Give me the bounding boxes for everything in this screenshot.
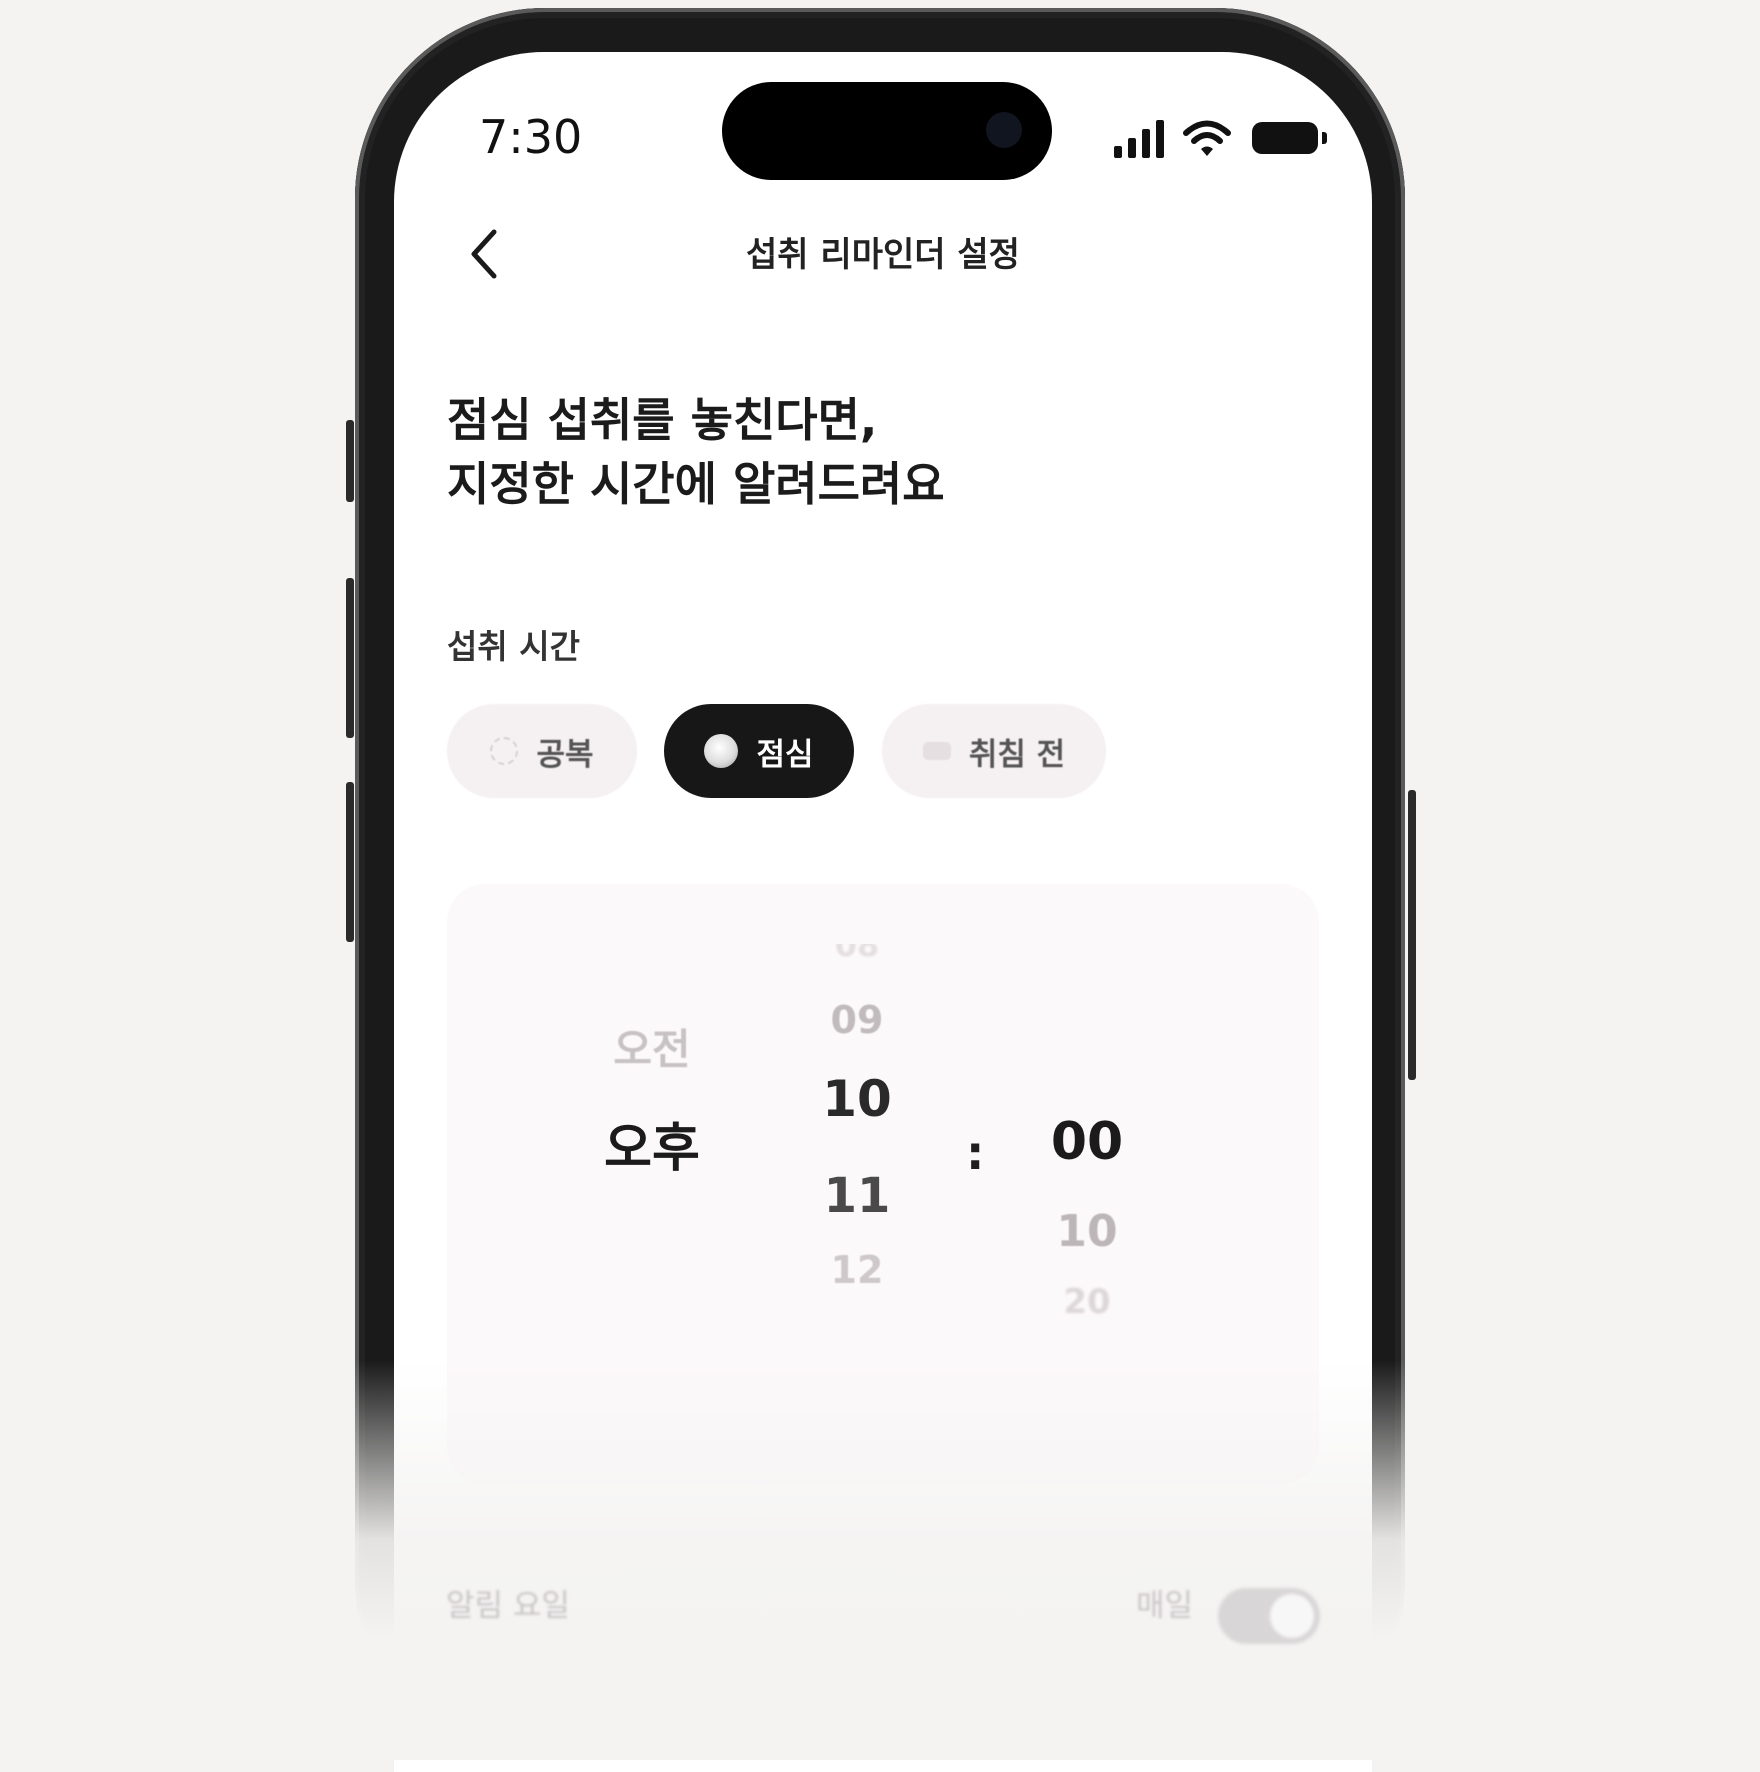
chip-before-bed[interactable]: 취침 전 bbox=[882, 704, 1106, 798]
ampm-selected[interactable]: 오후 bbox=[587, 1106, 717, 1181]
hour-option[interactable]: 12 bbox=[797, 1248, 917, 1292]
hour-option-edge: 08 bbox=[834, 944, 880, 964]
wifi-icon bbox=[1183, 120, 1231, 156]
headline: 점심 섭취를 놓친다면, 지정한 시간에 알려드려요 bbox=[447, 388, 945, 516]
hour-selected[interactable]: 10 bbox=[797, 1070, 917, 1128]
bed-icon bbox=[922, 742, 951, 760]
chip-label: 공복 bbox=[536, 736, 594, 773]
power-button[interactable] bbox=[1408, 790, 1416, 1080]
repeat-days-label: 알림 요일 bbox=[446, 1588, 570, 1624]
repeat-toggle[interactable] bbox=[1218, 1588, 1320, 1644]
time-separator: : bbox=[966, 1126, 985, 1180]
sphere-icon bbox=[704, 734, 739, 768]
status-time: 7:30 bbox=[479, 110, 583, 164]
battery-tip bbox=[1322, 132, 1327, 144]
minute-option[interactable]: 20 bbox=[1027, 1282, 1147, 1322]
minute-option[interactable]: 10 bbox=[1027, 1206, 1147, 1257]
action-button[interactable] bbox=[346, 420, 354, 502]
headline-line-1: 점심 섭취를 놓친다면, bbox=[447, 393, 878, 447]
battery-icon bbox=[1252, 122, 1318, 154]
signal-icon bbox=[1114, 118, 1166, 158]
minute-selected[interactable]: 00 bbox=[1027, 1112, 1147, 1172]
ampm-option[interactable]: 오전 bbox=[587, 1016, 717, 1077]
page-title: 섭취 리마인더 설정 bbox=[746, 235, 1020, 275]
chip-label: 취침 전 bbox=[968, 736, 1066, 773]
dynamic-island bbox=[722, 82, 1052, 180]
headline-line-2: 지정한 시간에 알려드려요 bbox=[447, 457, 945, 511]
chip-lunch[interactable]: 점심 bbox=[664, 704, 854, 798]
section-label-intake-time: 섭취 시간 bbox=[447, 627, 580, 666]
hour-option[interactable]: 09 bbox=[797, 998, 917, 1042]
toggle-knob bbox=[1270, 1594, 1314, 1638]
dashed-circle-icon bbox=[490, 737, 519, 765]
hour-option[interactable]: 11 bbox=[797, 1168, 917, 1224]
status-icons bbox=[1114, 118, 1344, 162]
camera-icon bbox=[986, 112, 1022, 148]
chip-label: 점심 bbox=[756, 736, 814, 773]
volume-down-button[interactable] bbox=[346, 782, 354, 942]
volume-up-button[interactable] bbox=[346, 578, 354, 738]
chip-empty-stomach[interactable]: 공복 bbox=[447, 704, 637, 798]
repeat-days-value: 매일 bbox=[1136, 1588, 1194, 1624]
bottom-fade bbox=[0, 1360, 1760, 1760]
